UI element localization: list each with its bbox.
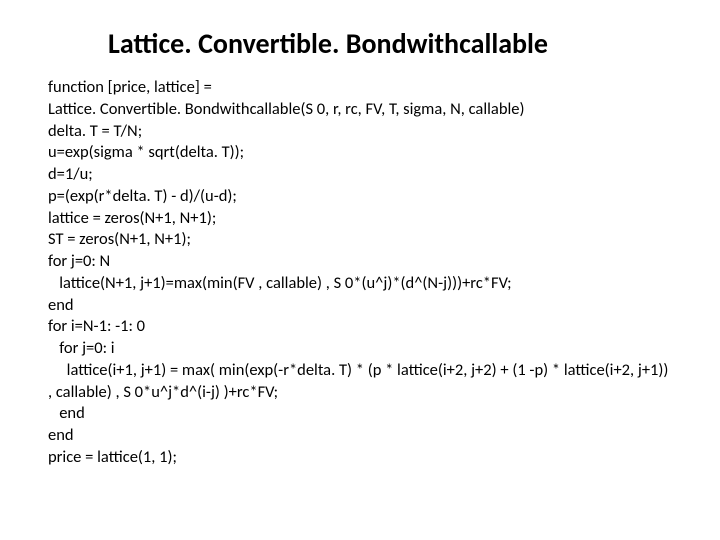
code-line: end [48,403,672,425]
code-line: lattice = zeros(N+1, N+1); [48,208,672,230]
code-line: lattice(N+1, j+1)=max(min(FV , callable)… [48,273,672,295]
code-line: end [48,425,672,447]
code-line: end [48,295,672,317]
code-line: function [price, lattice] = [48,77,672,99]
code-line: Lattice. Convertible. Bondwithcallable(S… [48,99,672,121]
code-block: function [price, lattice] =Lattice. Conv… [48,77,672,469]
code-line: lattice(i+1, j+1) = max( min(exp(-r*delt… [48,360,672,404]
code-line: p=(exp(r*delta. T) - d)/(u-d); [48,186,672,208]
code-line: for j=0: N [48,251,672,273]
slide: Lattice. Convertible. Bondwithcallable f… [0,0,720,540]
code-line: u=exp(sigma * sqrt(delta. T)); [48,142,672,164]
code-line: d=1/u; [48,164,672,186]
code-line: delta. T = T/N; [48,121,672,143]
code-line: ST = zeros(N+1, N+1); [48,229,672,251]
slide-title: Lattice. Convertible. Bondwithcallable [108,26,672,61]
code-line: for i=N-1: -1: 0 [48,316,672,338]
code-line: price = lattice(1, 1); [48,447,672,469]
code-line: for j=0: i [48,338,672,360]
